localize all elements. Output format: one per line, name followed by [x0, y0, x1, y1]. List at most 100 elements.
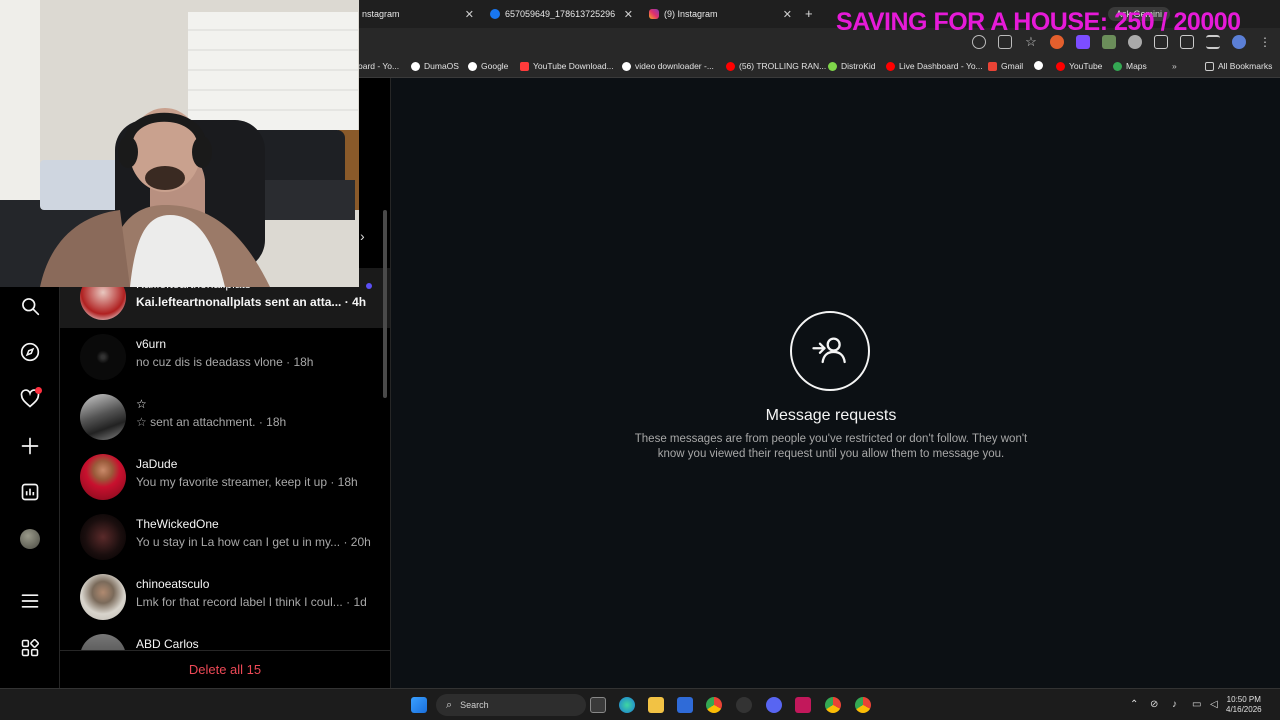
bookmark-item[interactable]: DistroKid — [828, 61, 875, 71]
nav-search[interactable] — [16, 292, 44, 320]
avatar — [20, 529, 40, 549]
nav-create[interactable] — [16, 432, 44, 460]
chevron-right-icon[interactable]: › — [360, 228, 365, 244]
extension-icon[interactable] — [1050, 35, 1064, 49]
sender-name: v6urn — [136, 337, 167, 351]
avatar — [80, 574, 126, 620]
nav-more[interactable] — [16, 587, 44, 615]
bookmark-item[interactable]: Google — [468, 61, 508, 71]
scrollbar[interactable] — [383, 210, 387, 398]
discord-icon[interactable] — [766, 697, 782, 713]
nav-explore[interactable] — [16, 338, 44, 366]
tab-title: nstagram — [362, 9, 400, 19]
bookmark-item[interactable]: (56) TROLLING RAN... — [726, 61, 826, 71]
list-item[interactable]: JaDude You my favorite streamer, keep it… — [60, 448, 390, 508]
list-item[interactable]: v6urn no cuz dis is deadass vlone · 18h — [60, 328, 390, 388]
display-icon[interactable]: ▭ — [1192, 699, 1201, 710]
zoom-icon[interactable] — [972, 35, 986, 49]
extension-icon[interactable] — [1102, 35, 1116, 49]
bookmark-item[interactable]: YouTube — [1056, 61, 1102, 71]
bookmark-item[interactable]: Gmail — [988, 61, 1023, 71]
store-icon[interactable] — [677, 697, 693, 713]
youtube-icon — [726, 61, 735, 71]
nav-profile[interactable] — [16, 525, 44, 553]
bookmark-item[interactable]: oard - Yo... — [358, 61, 399, 71]
avatar — [80, 514, 126, 560]
edge-icon[interactable] — [619, 697, 635, 713]
chevron-up-icon[interactable]: ⌃ — [1130, 699, 1138, 710]
youtube-icon — [1056, 61, 1065, 71]
search-icon — [22, 298, 40, 316]
network-icon[interactable]: ⊘ — [1150, 699, 1158, 710]
message-requests-icon — [790, 311, 870, 391]
screenshot-icon[interactable] — [998, 35, 1012, 49]
browser-tab[interactable]: nstagram ✕ — [362, 4, 474, 24]
close-icon[interactable]: ✕ — [465, 8, 474, 21]
mic-icon[interactable]: ♪ — [1172, 699, 1177, 710]
timestamp: 1d — [353, 595, 367, 609]
message-preview: You my favorite streamer, keep it up · 1… — [136, 475, 358, 489]
clock[interactable]: 10:50 PM 4/16/2026 — [1226, 695, 1262, 715]
list-item[interactable]: TheWickedOne Yo u stay in La how can I g… — [60, 508, 390, 568]
plus-icon — [21, 437, 39, 455]
windows-start-icon[interactable] — [411, 697, 427, 713]
page-title: Message requests — [765, 407, 897, 424]
more-options-icon[interactable]: ⋮ — [1258, 35, 1272, 49]
person-arrow-icon — [812, 337, 846, 364]
facebook-icon — [490, 9, 500, 19]
volume-icon[interactable]: ◁ — [1210, 699, 1218, 710]
all-bookmarks-button[interactable]: All Bookmarks — [1205, 61, 1272, 71]
google-icon — [622, 61, 631, 71]
extensions-puzzle-icon[interactable] — [1154, 35, 1168, 49]
list-item[interactable]: ☆ ☆ sent an attachment. · 18h — [60, 388, 390, 448]
bookmark-item[interactable] — [1034, 61, 1047, 70]
chart-icon — [21, 483, 39, 501]
extension-icon[interactable] — [1128, 35, 1142, 49]
chevron-right-icon[interactable]: » — [1172, 61, 1177, 71]
star-icon[interactable]: ☆ — [1024, 35, 1038, 49]
profile-icon[interactable] — [1232, 35, 1246, 49]
chrome-icon[interactable] — [825, 697, 841, 713]
list-item[interactable]: chinoeatsculo Lmk for that record label … — [60, 568, 390, 628]
close-icon[interactable]: ✕ — [624, 8, 633, 21]
bookmark-item[interactable]: Maps — [1113, 61, 1147, 71]
folder-icon — [1205, 61, 1214, 71]
taskbar-search[interactable]: ⌕ Search — [436, 694, 586, 716]
app-icon[interactable] — [795, 697, 811, 713]
browser-tab[interactable]: 657059649_178613725296553 ✕ — [490, 4, 633, 24]
nav-dashboard[interactable] — [16, 478, 44, 506]
bookmark-item[interactable]: Live Dashboard - Yo... — [886, 61, 983, 71]
stream-goal-overlay: SAVING FOR A HOUSE: 250 / 20000 — [836, 8, 1241, 36]
chrome-icon[interactable] — [855, 697, 871, 713]
nav-also-from-meta[interactable] — [16, 634, 44, 662]
notification-dot — [35, 387, 42, 394]
bookmark-item[interactable]: YouTube Download... — [520, 61, 614, 71]
bookmark-item[interactable]: DumaOS — [411, 61, 459, 71]
webcam-image — [0, 0, 359, 287]
sender-name: ☆ — [136, 397, 147, 411]
requests-info-panel: Message requests These messages are from… — [391, 78, 1280, 688]
taskbar: ⌕ Search ⌃ ⊘ ♪ ▭ ◁ 10:50 PM 4/16/2026 — [0, 688, 1280, 720]
youtube-icon — [886, 61, 895, 71]
avatar — [80, 454, 126, 500]
reading-list-icon[interactable] — [1206, 35, 1220, 49]
gmail-icon — [988, 61, 997, 71]
nav-notifications[interactable] — [16, 385, 44, 413]
google-icon — [468, 61, 477, 71]
close-icon[interactable]: ✕ — [783, 8, 792, 21]
delete-all-button[interactable]: Delete all 15 — [189, 662, 261, 677]
message-preview: Kai.lefteartnonallplats sent an atta... … — [136, 295, 367, 309]
extension-icon[interactable] — [1076, 35, 1090, 49]
timestamp: 18h — [293, 355, 314, 369]
tab-search-icon[interactable] — [1180, 35, 1194, 49]
message-preview: Lmk for that record label I think I coul… — [136, 595, 367, 609]
task-view-icon[interactable] — [590, 697, 606, 713]
browser-tab-active[interactable]: (9) Instagram ✕ — [649, 4, 792, 24]
chrome-icon[interactable] — [706, 697, 722, 713]
file-explorer-icon[interactable] — [648, 697, 664, 713]
bookmark-item[interactable]: video downloader -... — [622, 61, 714, 71]
obs-icon[interactable] — [736, 697, 752, 713]
new-tab-button[interactable]: + — [805, 6, 813, 21]
timestamp: 18h — [266, 415, 287, 429]
hamburger-icon — [21, 594, 39, 608]
